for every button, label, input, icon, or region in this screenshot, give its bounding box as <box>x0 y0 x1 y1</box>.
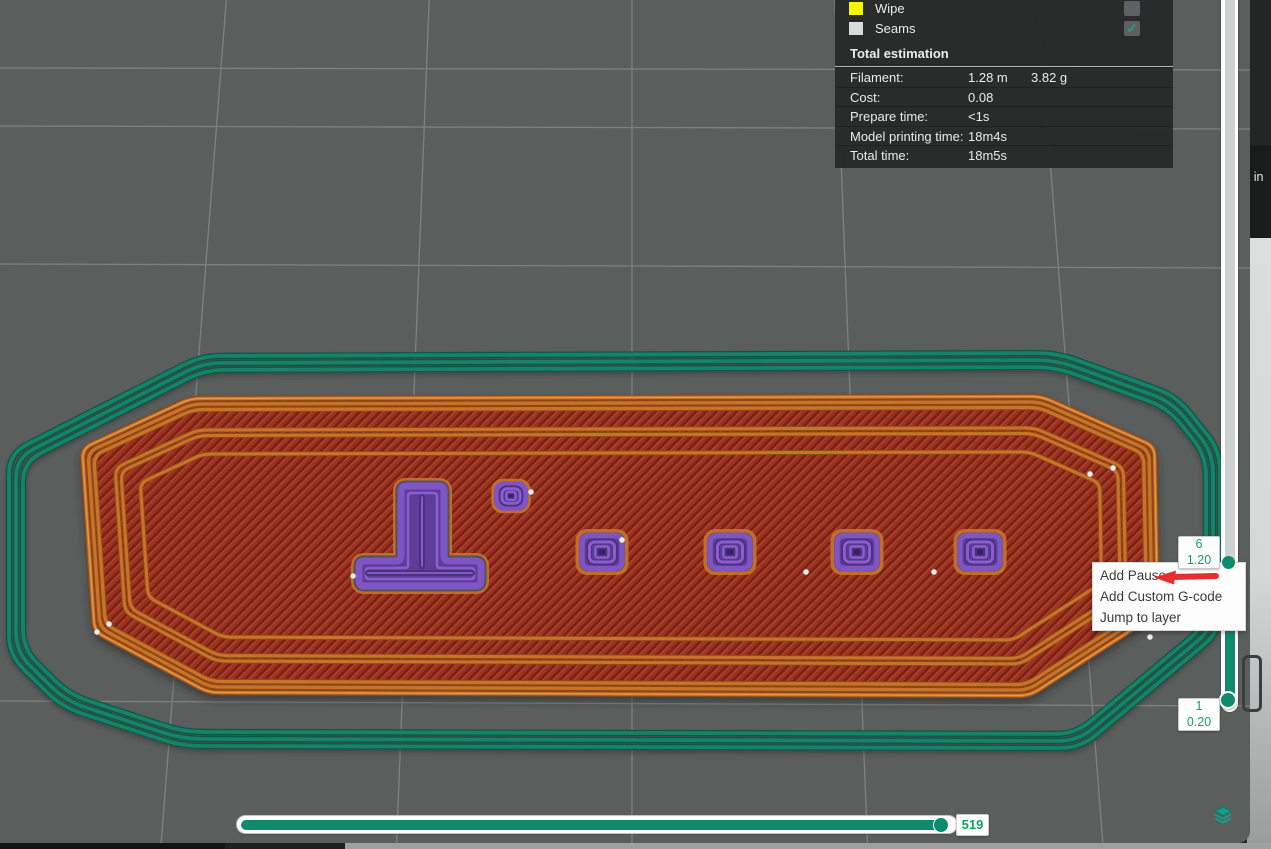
table-row: Cost: 0.08 <box>835 87 1173 106</box>
legend-label: Seams <box>875 21 915 36</box>
layer-height: 1.20 <box>1179 553 1219 569</box>
bottom-edge-dark-left <box>0 843 225 849</box>
layer-tag-bottom: 1 0.20 <box>1178 698 1220 731</box>
row-value-2: 3.82 g <box>1031 70 1067 85</box>
layer-tag-top: 6 1.20 <box>1178 536 1220 569</box>
panel-edge-bracket <box>1242 655 1262 712</box>
layer-height: 0.20 <box>1179 715 1219 731</box>
table-row: Total time: 18m5s <box>835 145 1173 164</box>
move-slider-value-badge: 519 <box>956 814 989 836</box>
menu-item-add-custom-gcode[interactable]: Add Custom G-code <box>1093 586 1245 607</box>
table-row: Model printing time: 18m4s <box>835 126 1173 145</box>
table-row: Filament: 1.28 m 3.82 g <box>835 67 1173 86</box>
row-label: Filament: <box>850 70 903 85</box>
red-annotation-arrow-icon <box>1150 568 1222 586</box>
legend-row-seams: Seams ✓ <box>835 20 1173 39</box>
layer-slider-top-handle[interactable] <box>1222 556 1235 569</box>
row-value: 18m4s <box>968 129 1007 144</box>
row-value: 0.08 <box>968 90 993 105</box>
seams-color-swatch-icon <box>849 22 863 35</box>
row-label: Total time: <box>850 148 909 163</box>
row-value: <1s <box>968 109 989 124</box>
bottom-edge-dark-mid <box>225 843 345 849</box>
row-label: Cost: <box>850 90 880 105</box>
layer-slider-bottom-handle[interactable] <box>1219 691 1237 709</box>
row-label: Prepare time: <box>850 109 928 124</box>
legend-row-wipe: Wipe <box>835 0 1173 19</box>
layers-icon[interactable] <box>1212 805 1234 827</box>
legend-label: Wipe <box>875 1 905 16</box>
estimation-panel: Wipe Seams ✓ Total estimation Filament: … <box>835 0 1173 168</box>
move-slider-track[interactable] <box>237 816 957 833</box>
move-slider-handle[interactable] <box>933 817 949 833</box>
slicer-preview-screen: it in Wipe Seams ✓ Total estimation Fila… <box>0 0 1271 849</box>
row-label: Model printing time: <box>850 129 963 144</box>
row-value: 18m5s <box>968 148 1007 163</box>
wipe-visibility-checkbox[interactable] <box>1124 1 1140 16</box>
menu-item-jump-to-layer[interactable]: Jump to layer <box>1093 607 1245 628</box>
layer-number: 1 <box>1179 699 1219 715</box>
seams-visibility-checkbox[interactable]: ✓ <box>1124 21 1140 36</box>
move-slider-fill <box>241 820 941 830</box>
wipe-color-swatch-icon <box>849 2 863 15</box>
table-row: Prepare time: <1s <box>835 106 1173 125</box>
move-slider-value: 519 <box>962 817 984 832</box>
top-right-cutoff-upper <box>1247 0 1271 145</box>
layer-number: 6 <box>1179 537 1219 553</box>
right-panel-edge <box>1247 238 1271 849</box>
top-right-cutoff-panel: it in <box>1247 0 1271 238</box>
viewport-3d[interactable]: Wipe Seams ✓ Total estimation Filament: … <box>0 0 1250 843</box>
row-value: 1.28 m <box>968 70 1008 85</box>
bottom-edge-light <box>345 843 1271 849</box>
estimation-title: Total estimation <box>850 46 949 61</box>
